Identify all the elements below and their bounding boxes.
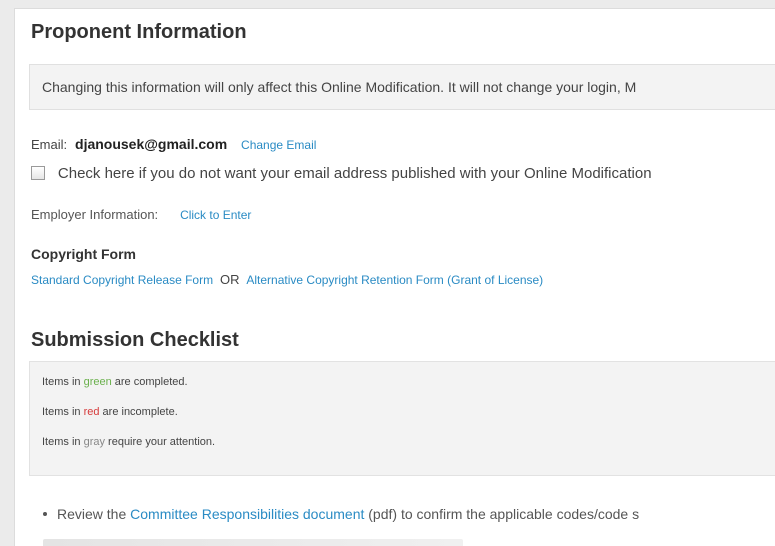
bullet-icon [43, 512, 47, 516]
legend-incomplete: Items in red are incomplete. [42, 406, 178, 418]
email-row: Email: djanousek@gmail.com Change Email [31, 136, 316, 152]
employer-row: Employer Information: Click to Enter [31, 206, 251, 222]
checklist-section-title: Submission Checklist [31, 329, 239, 351]
checklist-item: Review the Committee Responsibilities do… [43, 506, 639, 522]
faded-checklist-item [43, 539, 463, 546]
notice-banner: Changing this information will only affe… [29, 64, 775, 110]
committee-responsibilities-link[interactable]: Committee Responsibilities document [130, 506, 364, 522]
proponent-section-title: Proponent Information [31, 21, 247, 43]
copyright-links-row: Standard Copyright Release Form OR Alter… [31, 271, 543, 287]
legend-completed: Items in green are completed. [42, 376, 188, 388]
standard-copyright-link[interactable]: Standard Copyright Release Form [31, 273, 213, 287]
or-text: OR [219, 272, 240, 287]
copyright-form-title: Copyright Form [31, 246, 136, 262]
legend-word-green: green [83, 376, 112, 388]
email-privacy-label: Check here if you do not want your email… [57, 165, 652, 182]
email-value: djanousek@gmail.com [75, 136, 228, 152]
checklist-item-prefix: Review the [57, 506, 131, 522]
legend-word-gray: gray [83, 436, 105, 448]
legend-attention: Items in gray require your attention. [42, 436, 215, 448]
main-panel: Proponent Information Changing this info… [14, 8, 775, 546]
checklist-item-suffix: (pdf) to confirm the applicable codes/co… [364, 506, 640, 522]
legend-prefix: Items in [42, 436, 84, 448]
legend-suffix: require your attention. [104, 436, 216, 448]
employer-enter-link[interactable]: Click to Enter [180, 208, 251, 222]
legend-suffix: are completed. [111, 376, 188, 388]
copyright-title-row: Copyright Form [31, 246, 136, 262]
legend-word-red: red [83, 406, 100, 418]
email-privacy-row: Check here if you do not want your email… [31, 165, 652, 182]
email-label: Email: [31, 137, 68, 152]
change-email-link[interactable]: Change Email [241, 138, 316, 152]
email-privacy-checkbox[interactable] [31, 166, 45, 180]
legend-suffix: are incomplete. [99, 406, 178, 418]
checklist-legend-box: Items in green are completed. Items in r… [29, 361, 775, 476]
employer-label: Employer Information: [31, 207, 159, 222]
legend-prefix: Items in [42, 406, 84, 418]
alternative-copyright-link[interactable]: Alternative Copyright Retention Form (Gr… [246, 273, 543, 287]
notice-text: Changing this information will only affe… [42, 79, 637, 95]
legend-prefix: Items in [42, 376, 84, 388]
page: Proponent Information Changing this info… [0, 0, 775, 546]
